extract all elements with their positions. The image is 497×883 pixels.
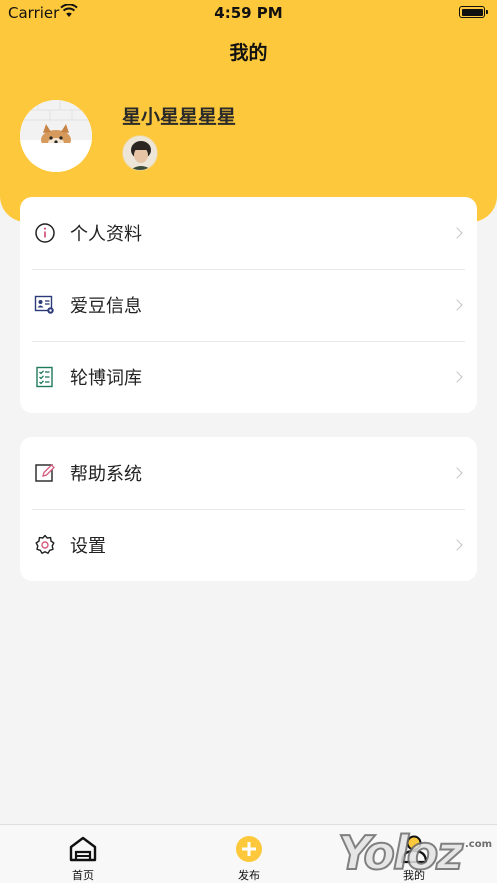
watermark-logo: Yoloz .com: [337, 825, 492, 881]
battery-icon: [459, 6, 488, 18]
menu-item-label: 帮助系统: [70, 464, 142, 485]
chevron-right-icon: [451, 227, 463, 239]
chevron-right-icon: [451, 539, 463, 551]
plus-circle-icon: [236, 836, 262, 862]
chevron-right-icon: [451, 299, 463, 311]
id-card-icon: [34, 294, 56, 316]
chevron-right-icon: [451, 371, 463, 383]
page-title: 我的: [229, 42, 268, 64]
dog-avatar-image: [20, 100, 92, 172]
status-bar: Carrier 4:59 PM: [0, 0, 497, 24]
menu-item-lexicon[interactable]: 轮博词库: [20, 341, 477, 413]
info-icon: [34, 222, 56, 244]
menu-item-help[interactable]: 帮助系统: [20, 437, 477, 509]
menu-item-label: 爱豆信息: [70, 296, 142, 317]
menu-item-profile[interactable]: 个人资料: [20, 197, 477, 269]
menu-card-main: 个人资料 爱豆信息 轮博词库: [20, 197, 477, 413]
chevron-right-icon: [451, 467, 463, 479]
tab-label: 首页: [72, 869, 94, 882]
menu-card-secondary: 帮助系统 设置: [20, 437, 477, 581]
tab-label: 发布: [238, 869, 260, 882]
username: 星小星星星星: [122, 106, 237, 128]
menu-item-label: 轮博词库: [70, 368, 142, 389]
idol-avatar[interactable]: [122, 135, 158, 171]
menu-item-settings[interactable]: 设置: [20, 509, 477, 581]
menu-item-label: 个人资料: [70, 224, 142, 245]
menu-item-label: 设置: [70, 536, 106, 557]
tab-home[interactable]: 首页: [0, 825, 166, 883]
tab-publish[interactable]: 发布: [166, 825, 332, 883]
gear-icon: [34, 534, 56, 556]
avatar[interactable]: [20, 100, 92, 172]
checklist-icon: [34, 366, 56, 388]
edit-icon: [34, 462, 56, 484]
menu-item-idol-info[interactable]: 爱豆信息: [20, 269, 477, 341]
status-time: 4:59 PM: [214, 4, 283, 22]
home-icon: [69, 836, 97, 862]
